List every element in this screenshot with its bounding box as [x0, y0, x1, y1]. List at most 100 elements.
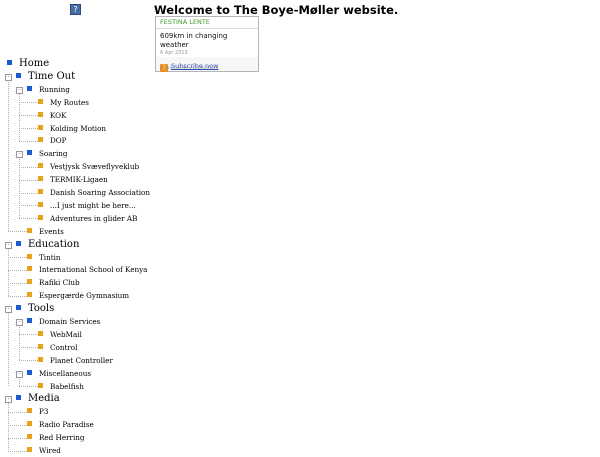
- nav-link[interactable]: Home: [19, 58, 49, 69]
- tree-branch-line: [8, 257, 27, 258]
- nav-link[interactable]: Adventures in glider AB: [50, 214, 137, 223]
- nav-link[interactable]: Espergærde Gymnasium: [39, 291, 129, 300]
- tree-guide-line: [19, 325, 20, 361]
- tree-branch-line: [19, 166, 38, 168]
- section-bullet-icon: [16, 240, 21, 246]
- page-bullet-icon: [38, 201, 43, 207]
- navigation-tree: Home - Time Out - Running My Routes KOK Kolding…: [0, 0, 600, 455]
- nav-item: Red Herring: [27, 431, 84, 444]
- tree-guide-line: [8, 247, 9, 296]
- collapse-toggle-icon[interactable]: -: [5, 396, 12, 404]
- tree-branch-line: [8, 424, 27, 426]
- tree-branch-line: [8, 411, 27, 413]
- nav-link[interactable]: Time Out: [28, 71, 75, 82]
- page-bullet-icon: [38, 111, 43, 117]
- page-bullet-icon: [38, 98, 43, 104]
- nav-link[interactable]: International School of Kenya: [39, 265, 147, 274]
- nav-link[interactable]: Media: [28, 393, 60, 404]
- collapse-toggle-icon[interactable]: -: [16, 319, 23, 326]
- nav-link[interactable]: Kolding Motion: [50, 124, 106, 133]
- nav-link[interactable]: Education: [28, 239, 79, 250]
- tree-branch-line: [19, 192, 38, 194]
- page-bullet-icon: [38, 189, 43, 194]
- nav-item: Adventures in glider AB: [38, 212, 137, 225]
- collapse-toggle-icon[interactable]: -: [16, 86, 23, 94]
- tree-branch-line: [19, 334, 38, 336]
- page-bullet-icon: [27, 434, 32, 440]
- nav-link[interactable]: TERMIK-Ligaen: [50, 175, 108, 184]
- collapse-toggle-icon[interactable]: -: [5, 73, 12, 81]
- page-bullet-icon: [27, 292, 32, 298]
- nav-link[interactable]: KOK: [50, 111, 66, 120]
- nav-link[interactable]: My Routes: [50, 98, 89, 107]
- page-bullet-icon: [38, 343, 43, 349]
- nav-item: DOP: [38, 134, 67, 147]
- nav-item: Radio Paradise: [27, 418, 94, 431]
- nav-link[interactable]: Babelfish: [50, 382, 84, 391]
- page-bullet-icon: [38, 356, 43, 362]
- nav-item: - Tools: [5, 302, 54, 315]
- nav-link[interactable]: Control: [50, 343, 77, 352]
- page-bullet-icon: [27, 279, 32, 285]
- nav-item: Rafiki Club: [27, 276, 80, 289]
- nav-link[interactable]: ...I just might be here...: [50, 201, 136, 210]
- tree-guide-line: [8, 402, 9, 450]
- section-bullet-icon: [16, 72, 21, 78]
- tree-branch-line: [8, 269, 27, 271]
- nav-link[interactable]: Tintin: [39, 253, 61, 262]
- tree-branch-line: [8, 437, 27, 439]
- tree-branch-line: [19, 128, 38, 129]
- nav-item: - Media: [5, 392, 60, 405]
- nav-link[interactable]: WebMail: [50, 330, 82, 339]
- nav-item: Vestjysk Svæveflyveklub: [38, 160, 139, 173]
- nav-link[interactable]: Rafiki Club: [39, 278, 80, 287]
- nav-item: KOK: [38, 109, 66, 122]
- page-bullet-icon: [38, 214, 43, 220]
- collapse-toggle-icon[interactable]: -: [5, 306, 12, 314]
- nav-item: Kolding Motion: [38, 122, 106, 135]
- collapse-toggle-icon[interactable]: -: [16, 151, 23, 159]
- tree-branch-line: [19, 218, 38, 220]
- nav-link[interactable]: Radio Paradise: [39, 420, 94, 429]
- page-bullet-icon: [27, 421, 32, 427]
- nav-link[interactable]: DOP: [50, 136, 67, 145]
- nav-link[interactable]: Red Herring: [39, 433, 84, 442]
- nav-link[interactable]: Danish Soaring Association: [50, 188, 150, 197]
- nav-link[interactable]: P3: [39, 407, 48, 416]
- nav-item: WebMail: [38, 328, 82, 341]
- page-bullet-icon: [38, 163, 43, 169]
- nav-item: Wired: [27, 444, 61, 457]
- section-bullet-icon: [27, 85, 32, 91]
- nav-link[interactable]: Planet Controller: [50, 356, 113, 365]
- page-bullet-icon: [38, 176, 43, 182]
- nav-link[interactable]: Domain Services: [39, 317, 100, 326]
- page-bullet-icon: [27, 266, 32, 272]
- nav-link[interactable]: Events: [39, 227, 64, 236]
- nav-link[interactable]: Vestjysk Svæveflyveklub: [50, 162, 139, 171]
- tree-guide-line: [8, 312, 9, 386]
- nav-link[interactable]: Tools: [28, 303, 54, 314]
- nav-link[interactable]: Running: [39, 85, 70, 94]
- tree-guide-line: [8, 79, 9, 232]
- nav-link[interactable]: Miscellaneous: [39, 369, 91, 378]
- nav-item: Home: [7, 57, 49, 70]
- tree-branch-line: [8, 282, 27, 284]
- tree-guide-line: [19, 92, 20, 141]
- nav-item: - Running: [16, 83, 70, 96]
- page-bullet-icon: [27, 408, 32, 414]
- tree-branch-line: [19, 115, 38, 117]
- nav-item: - Domain Services: [16, 315, 100, 328]
- collapse-toggle-icon[interactable]: -: [5, 241, 12, 249]
- tree-branch-line: [8, 231, 27, 233]
- section-bullet-icon: [27, 369, 32, 375]
- nav-link[interactable]: Wired: [39, 446, 61, 455]
- nav-item: P3: [27, 405, 48, 418]
- collapse-toggle-icon[interactable]: -: [16, 370, 23, 378]
- page-bullet-icon: [27, 227, 32, 233]
- nav-item: - Time Out: [5, 70, 75, 83]
- section-bullet-icon: [7, 60, 12, 65]
- nav-link[interactable]: Soaring: [39, 149, 68, 158]
- section-bullet-icon: [16, 395, 21, 401]
- tree-branch-line: [19, 360, 38, 362]
- page-bullet-icon: [38, 382, 43, 388]
